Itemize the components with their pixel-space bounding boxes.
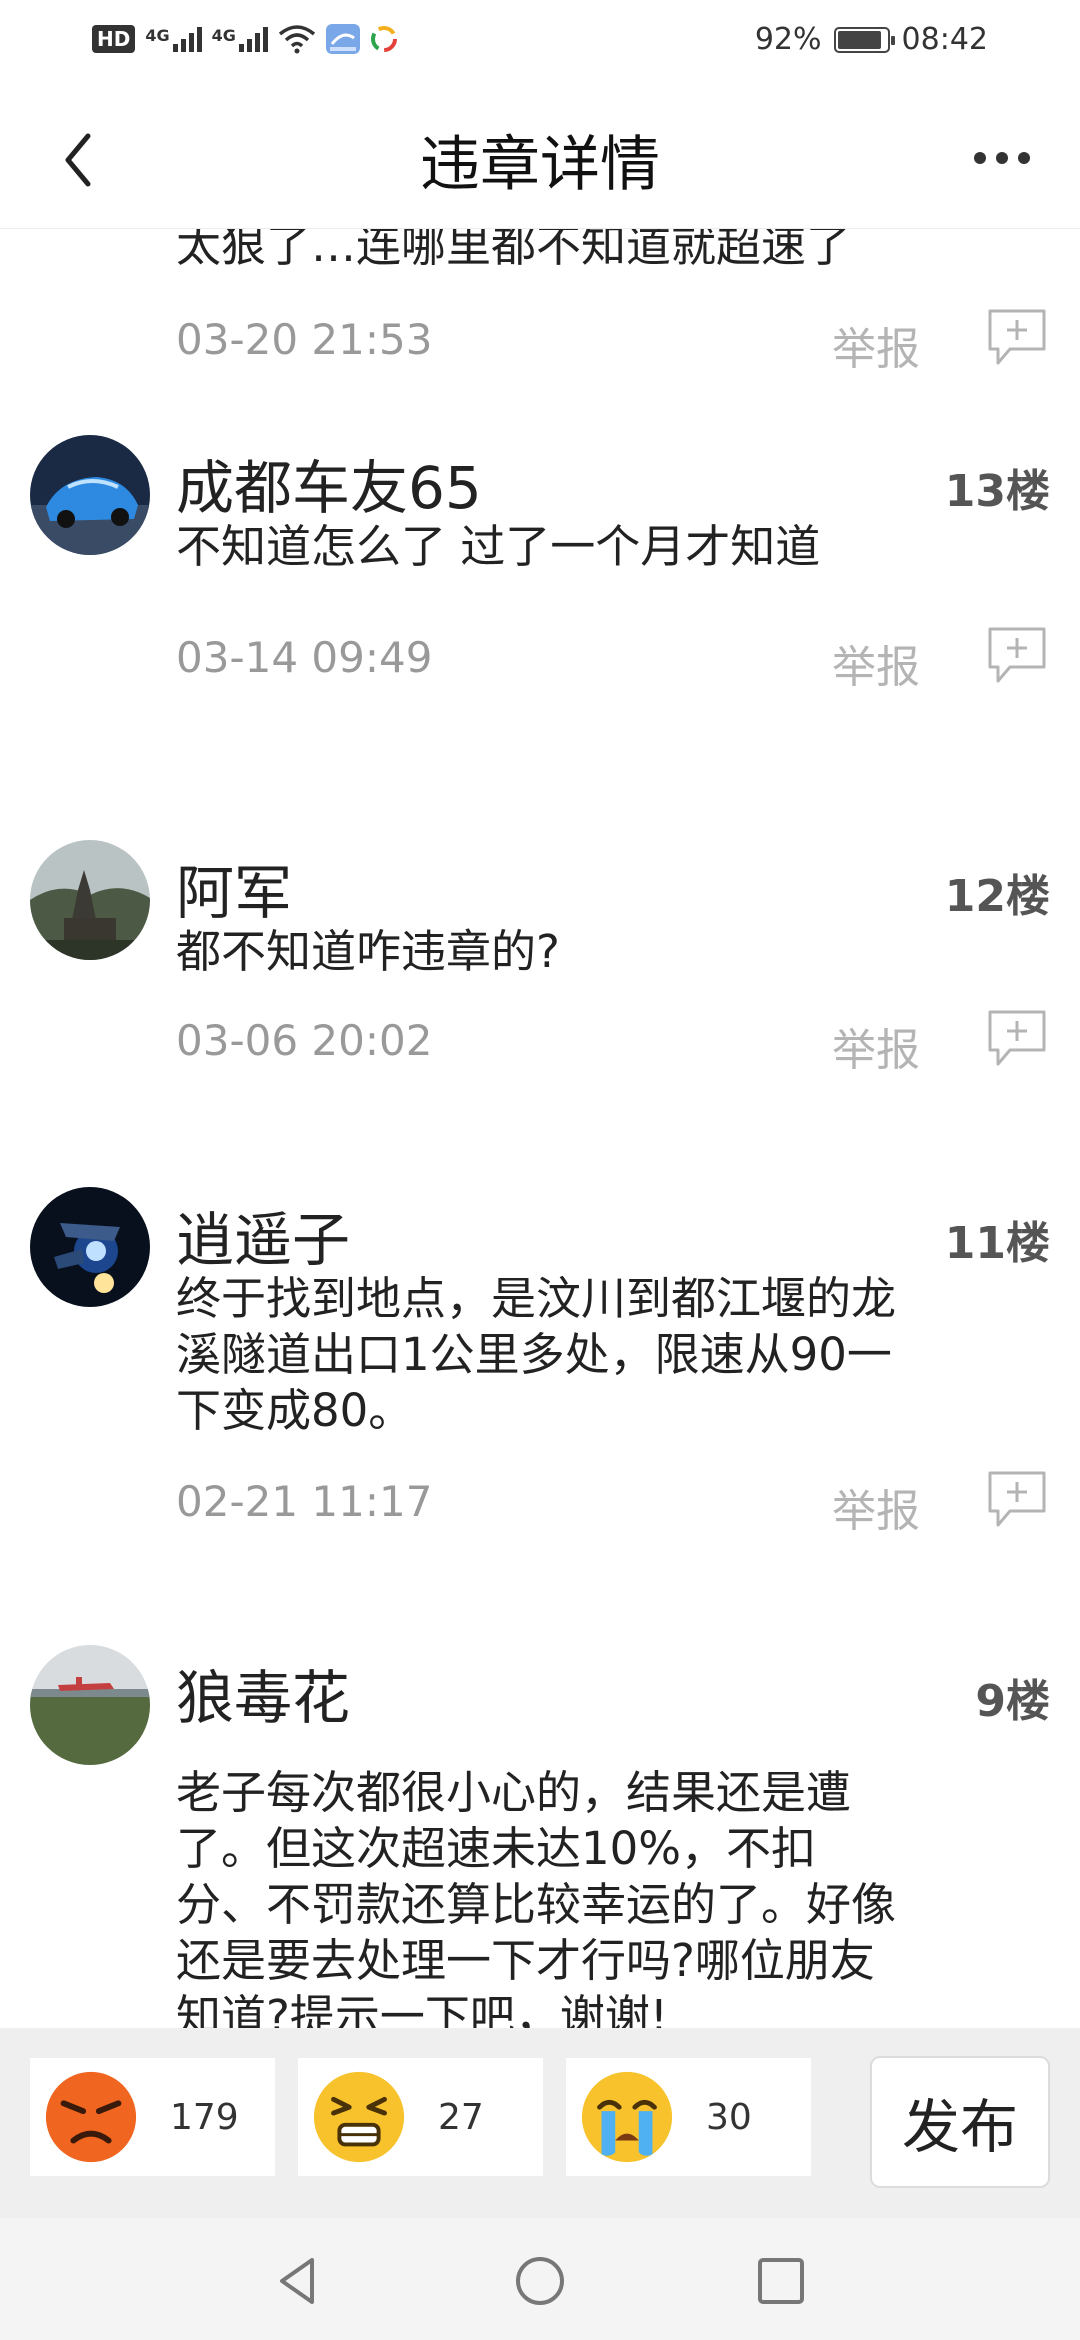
comment-time: 03-20 21:53 [176, 315, 433, 364]
reply-icon[interactable] [984, 1467, 1050, 1533]
reply-icon[interactable] [984, 1006, 1050, 1072]
floor-number: 11楼 [944, 1218, 1050, 1269]
reaction-count: 27 [438, 2096, 484, 2138]
wifi-icon [278, 25, 315, 54]
report-button[interactable]: 举报 [832, 1014, 920, 1078]
avatar[interactable] [30, 840, 150, 960]
angry-face-icon [45, 2071, 137, 2163]
publish-button[interactable]: 发布 [870, 2056, 1050, 2188]
crying-face-icon [581, 2071, 673, 2163]
frustrated-face-icon [313, 2071, 405, 2163]
comment-meta: 03-14 09:49 举报 [176, 623, 1050, 693]
app-header: 违章详情 [0, 88, 1080, 229]
user-name[interactable]: 阿军 [176, 846, 292, 930]
comment-time: 03-06 20:02 [176, 1016, 433, 1065]
nav-back-icon[interactable] [272, 2254, 326, 2308]
clock: 08:42 [901, 22, 988, 57]
user-name[interactable]: 狼毒花 [176, 1651, 350, 1735]
comment-body: 都不知道咋违章的? [176, 925, 560, 978]
comment-time: 02-21 11:17 [176, 1477, 433, 1526]
comment-body: 不知道怎么了 过了一个月才知道 [176, 520, 821, 573]
signal-icon: 4G [145, 26, 202, 52]
user-name[interactable]: 成都车友65 [176, 441, 482, 525]
more-dot-icon [1018, 152, 1030, 164]
hd-badge: HD [92, 25, 136, 53]
comment-meta: 03-06 20:02 举报 [176, 1006, 1050, 1076]
floor-number: 9楼 [975, 1676, 1050, 1727]
comment-list[interactable]: 太狠了…连哪里都不知道就超速了 03-20 21:53 举报 成都车友65 13… [0, 150, 1080, 2028]
app-notification-icon [325, 24, 360, 54]
reply-icon[interactable] [984, 305, 1050, 371]
system-navigation-bar [0, 2218, 1080, 2340]
status-icons-right: 92% 08:42 [755, 22, 988, 57]
nav-home-icon[interactable] [513, 2254, 567, 2308]
comment-body: 终于找到地点，是汶川到都江堰的龙溪隧道出口1公里多处，限速从90一下变成80。 [176, 1272, 897, 1437]
app-notification-icon-2 [370, 26, 397, 52]
report-button[interactable]: 举报 [832, 313, 920, 377]
user-name[interactable]: 逍遥子 [176, 1193, 350, 1277]
floor-number: 13楼 [944, 466, 1050, 517]
comment-time: 03-14 09:49 [176, 633, 433, 682]
reaction-count: 179 [170, 2096, 239, 2138]
status-icons-left: HD 4G 4G [92, 24, 398, 54]
nav-recents-icon[interactable] [754, 2254, 808, 2308]
more-options-button[interactable] [952, 128, 1052, 188]
reply-icon[interactable] [984, 623, 1050, 689]
more-dot-icon [996, 152, 1008, 164]
reaction-angry-button[interactable]: 179 [30, 2058, 275, 2176]
status-bar: HD 4G 4G 92% 08:42 [0, 0, 1080, 88]
report-button[interactable]: 举报 [832, 1475, 920, 1539]
battery-percent: 92% [754, 22, 822, 57]
report-button[interactable]: 举报 [832, 631, 920, 695]
signal-icon-2: 4G [212, 26, 268, 52]
avatar[interactable] [30, 1187, 150, 1307]
comment-meta: 02-21 11:17 举报 [176, 1467, 1050, 1537]
reaction-crying-button[interactable]: 30 [566, 2058, 811, 2176]
comment-meta: 03-20 21:53 举报 [176, 305, 1050, 375]
comment-body: 老子每次都很小心的，结果还是遭了。但这次超速未达10%，不扣分、不罚款还算比较幸… [176, 1766, 897, 2028]
page-title: 违章详情 [420, 130, 660, 200]
reaction-count: 30 [706, 2096, 752, 2138]
reaction-bar: 179 27 30 发布 [0, 2028, 1080, 2218]
reaction-frustrated-button[interactable]: 27 [298, 2058, 543, 2176]
avatar[interactable] [30, 435, 150, 555]
battery-icon [833, 26, 895, 53]
more-dot-icon [974, 152, 986, 164]
floor-number: 12楼 [944, 871, 1050, 922]
avatar[interactable] [30, 1645, 150, 1765]
